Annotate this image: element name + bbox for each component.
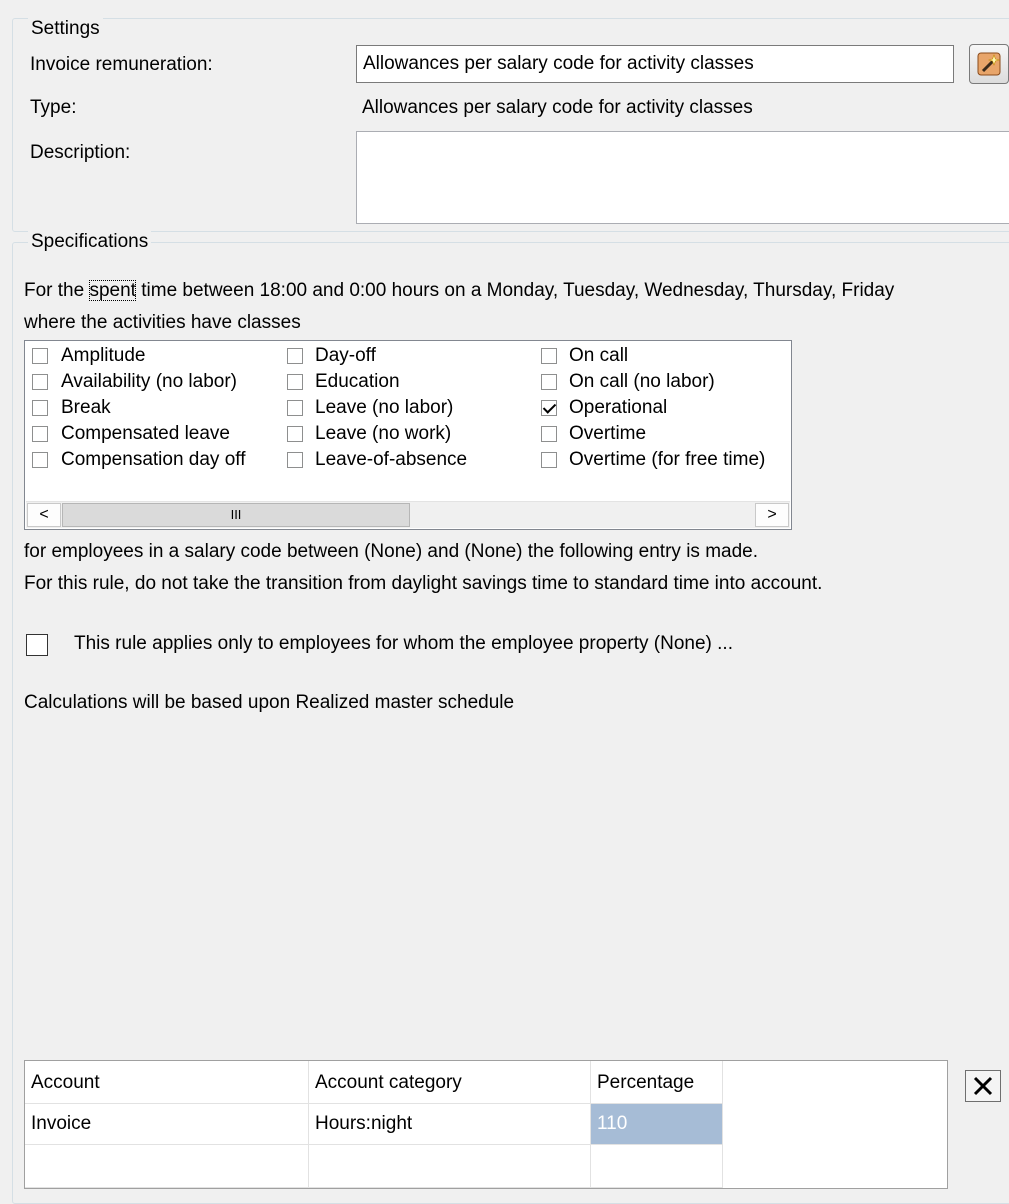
class-checkbox-on-call-no-labor[interactable] [541, 374, 557, 390]
class-label-overtime-free-time: Overtime (for free time) [569, 449, 766, 470]
horizontal-scrollbar[interactable]: < III > [26, 501, 790, 528]
class-label-compensated-leave: Compensated leave [61, 423, 230, 444]
calculation-basis-text: Calculations will be based upon Realized… [24, 692, 515, 713]
class-label-operational: Operational [569, 397, 668, 418]
empty-percentage-cell[interactable] [591, 1145, 723, 1188]
description-label: Description: [30, 142, 131, 163]
class-checkbox-break[interactable] [32, 400, 48, 416]
class-label-leave-of-absence: Leave-of-absence [315, 449, 468, 470]
class-checkbox-compensation-day-off[interactable] [32, 452, 48, 468]
settings-group-title: Settings [28, 18, 103, 40]
class-checkbox-on-call[interactable] [541, 348, 557, 364]
spec-line-4-post: take the transition from daylight saving… [192, 573, 823, 594]
grid-header-account[interactable]: Account [25, 1061, 309, 1104]
class-checkbox-amplitude[interactable] [32, 348, 48, 364]
do-not-link[interactable]: do not [135, 573, 188, 594]
magic-wand-icon [976, 51, 1002, 83]
row-category-cell[interactable]: Hours:night [309, 1104, 591, 1145]
class-label-overtime: Overtime [569, 423, 647, 444]
class-checkbox-day-off[interactable] [287, 348, 303, 364]
class-label-availability: Availability (no labor) [61, 371, 238, 392]
delete-row-button[interactable] [965, 1070, 1001, 1102]
class-checkbox-availability[interactable] [32, 374, 48, 390]
class-label-leave-no-work: Leave (no work) [315, 423, 452, 444]
class-checkbox-overtime-free-time[interactable] [541, 452, 557, 468]
specifications-group-title: Specifications [28, 231, 152, 253]
class-label-leave-no-labor: Leave (no labor) [315, 397, 454, 418]
class-checkbox-education[interactable] [287, 374, 303, 390]
property-rule-label[interactable]: This rule applies only to employees for … [74, 633, 733, 655]
scroll-thumb[interactable]: III [62, 503, 410, 527]
grid-header-percentage[interactable]: Percentage [591, 1061, 723, 1104]
row-account-cell[interactable]: Invoice [25, 1104, 309, 1145]
property-rule-checkbox[interactable] [26, 634, 48, 656]
class-label-day-off: Day-off [315, 345, 376, 366]
spent-link[interactable]: spent [89, 280, 136, 301]
class-checkbox-operational[interactable] [541, 400, 557, 416]
class-checkbox-overtime[interactable] [541, 426, 557, 442]
spec-line-1-pre: For the [24, 280, 85, 301]
grid-header-account-category[interactable]: Account category [309, 1061, 591, 1104]
activity-classes-list[interactable]: Amplitude Availability (no labor) Break … [24, 340, 792, 530]
class-label-break: Break [61, 397, 111, 418]
class-label-on-call: On call [569, 345, 629, 366]
spec-line-4: For this rule, do not take the transitio… [24, 573, 822, 595]
spec-line-3: for employees in a salary code between (… [24, 541, 758, 562]
scroll-left-button[interactable]: < [27, 503, 61, 527]
type-value: Allowances per salary code for activity … [362, 97, 753, 118]
class-checkbox-leave-no-labor[interactable] [287, 400, 303, 416]
invoice-remuneration-field[interactable]: Allowances per salary code for activity … [356, 45, 954, 83]
class-checkbox-leave-no-work[interactable] [287, 426, 303, 442]
class-label-amplitude: Amplitude [61, 345, 146, 366]
class-checkbox-compensated-leave[interactable] [32, 426, 48, 442]
spec-line-1: For the spent time between 18:00 and 0:0… [24, 280, 894, 302]
scroll-right-button[interactable]: > [755, 503, 789, 527]
account-grid[interactable]: Account Account category Percentage Invo… [24, 1060, 948, 1189]
class-label-compensation-day-off: Compensation day off [61, 449, 246, 470]
empty-account-cell[interactable] [25, 1145, 309, 1188]
spec-line-1-post: time between 18:00 and 0:00 hours on a M… [141, 280, 895, 301]
class-label-education: Education [315, 371, 400, 392]
description-field[interactable] [356, 131, 1009, 224]
close-x-icon [972, 1075, 994, 1103]
spec-line-2: where the activities have classes [24, 312, 301, 333]
class-label-on-call-no-labor: On call (no labor) [569, 371, 715, 392]
type-label: Type: [30, 97, 77, 118]
row-percentage-cell[interactable]: 110 [591, 1104, 723, 1145]
invoice-remuneration-label: Invoice remuneration: [30, 54, 213, 75]
empty-category-cell[interactable] [309, 1145, 591, 1188]
wizard-button[interactable] [969, 44, 1009, 84]
class-checkbox-leave-of-absence[interactable] [287, 452, 303, 468]
spec-line-4-pre: For this rule, [24, 573, 130, 594]
